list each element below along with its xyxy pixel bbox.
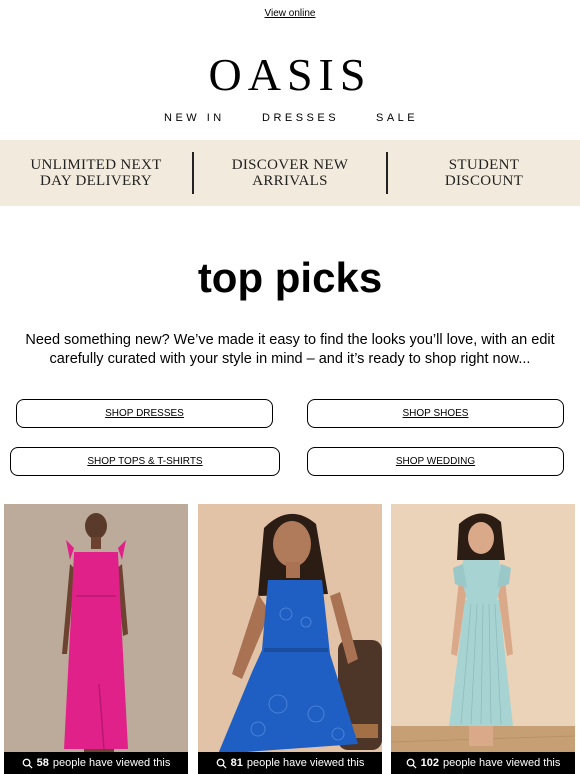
promo-student-discount[interactable]: STUDENT DISCOUNT (388, 157, 580, 189)
nav-item-new-in[interactable]: NEW IN (164, 112, 225, 124)
product-card[interactable]: 102 people have viewed this (391, 504, 575, 774)
nav-item-sale[interactable]: SALE (376, 112, 418, 124)
viewed-text: people have viewed this (52, 757, 171, 769)
intro-text: Need something new? We’ve made it easy t… (25, 332, 555, 367)
main-nav: NEW IN DRESSES SALE (0, 112, 580, 126)
nav-item-dresses[interactable]: DRESSES (262, 112, 339, 124)
viewed-text: people have viewed this (442, 757, 561, 769)
promo-delivery[interactable]: UNLIMITED NEXT DAY DELIVERY (0, 157, 192, 189)
viewed-count: 81 (230, 757, 243, 769)
view-online-link[interactable]: View online (265, 8, 316, 19)
viewed-banner: 58 people have viewed this (4, 752, 188, 774)
shop-dresses-button[interactable]: SHOP DRESSES (16, 399, 273, 428)
promo-new-arrivals-line2: ARRIVALS (252, 173, 328, 189)
shop-tops-button[interactable]: SHOP TOPS & T-SHIRTS (10, 447, 280, 476)
promo-student-line1: STUDENT (448, 157, 520, 173)
search-icon (406, 758, 417, 769)
product-card[interactable]: 81 people have viewed this (198, 504, 382, 774)
shop-shoes-button[interactable]: SHOP SHOES (307, 399, 564, 428)
viewed-count: 102 (420, 757, 439, 769)
product-image[interactable] (198, 504, 382, 774)
promo-new-arrivals[interactable]: DISCOVER NEW ARRIVALS (194, 157, 386, 189)
promo-new-arrivals-line1: DISCOVER NEW (231, 157, 349, 173)
viewed-text: people have viewed this (246, 757, 365, 769)
promo-delivery-line2: DAY DELIVERY (39, 173, 153, 189)
section-heading: top picks (197, 254, 383, 301)
promo-student-line2: DISCOUNT (444, 173, 524, 189)
viewed-count: 58 (36, 757, 49, 769)
shop-wedding-button[interactable]: SHOP WEDDING (307, 447, 564, 476)
viewed-banner: 81 people have viewed this (198, 752, 382, 774)
product-card[interactable]: 58 people have viewed this (4, 504, 188, 774)
promo-delivery-line1: UNLIMITED NEXT (30, 157, 162, 173)
dress-shape (64, 552, 128, 749)
brand-logo[interactable]: OASIS (0, 48, 580, 101)
search-icon (22, 758, 33, 769)
viewed-banner: 102 people have viewed this (391, 752, 575, 774)
view-online: View online (0, 8, 580, 19)
product-grid: 58 people have viewed this 81 people hav… (0, 504, 580, 774)
promo-banner: UNLIMITED NEXT DAY DELIVERY DISCOVER NEW… (0, 140, 580, 206)
product-image[interactable] (4, 504, 188, 774)
product-image[interactable] (391, 504, 575, 774)
search-icon (216, 758, 227, 769)
